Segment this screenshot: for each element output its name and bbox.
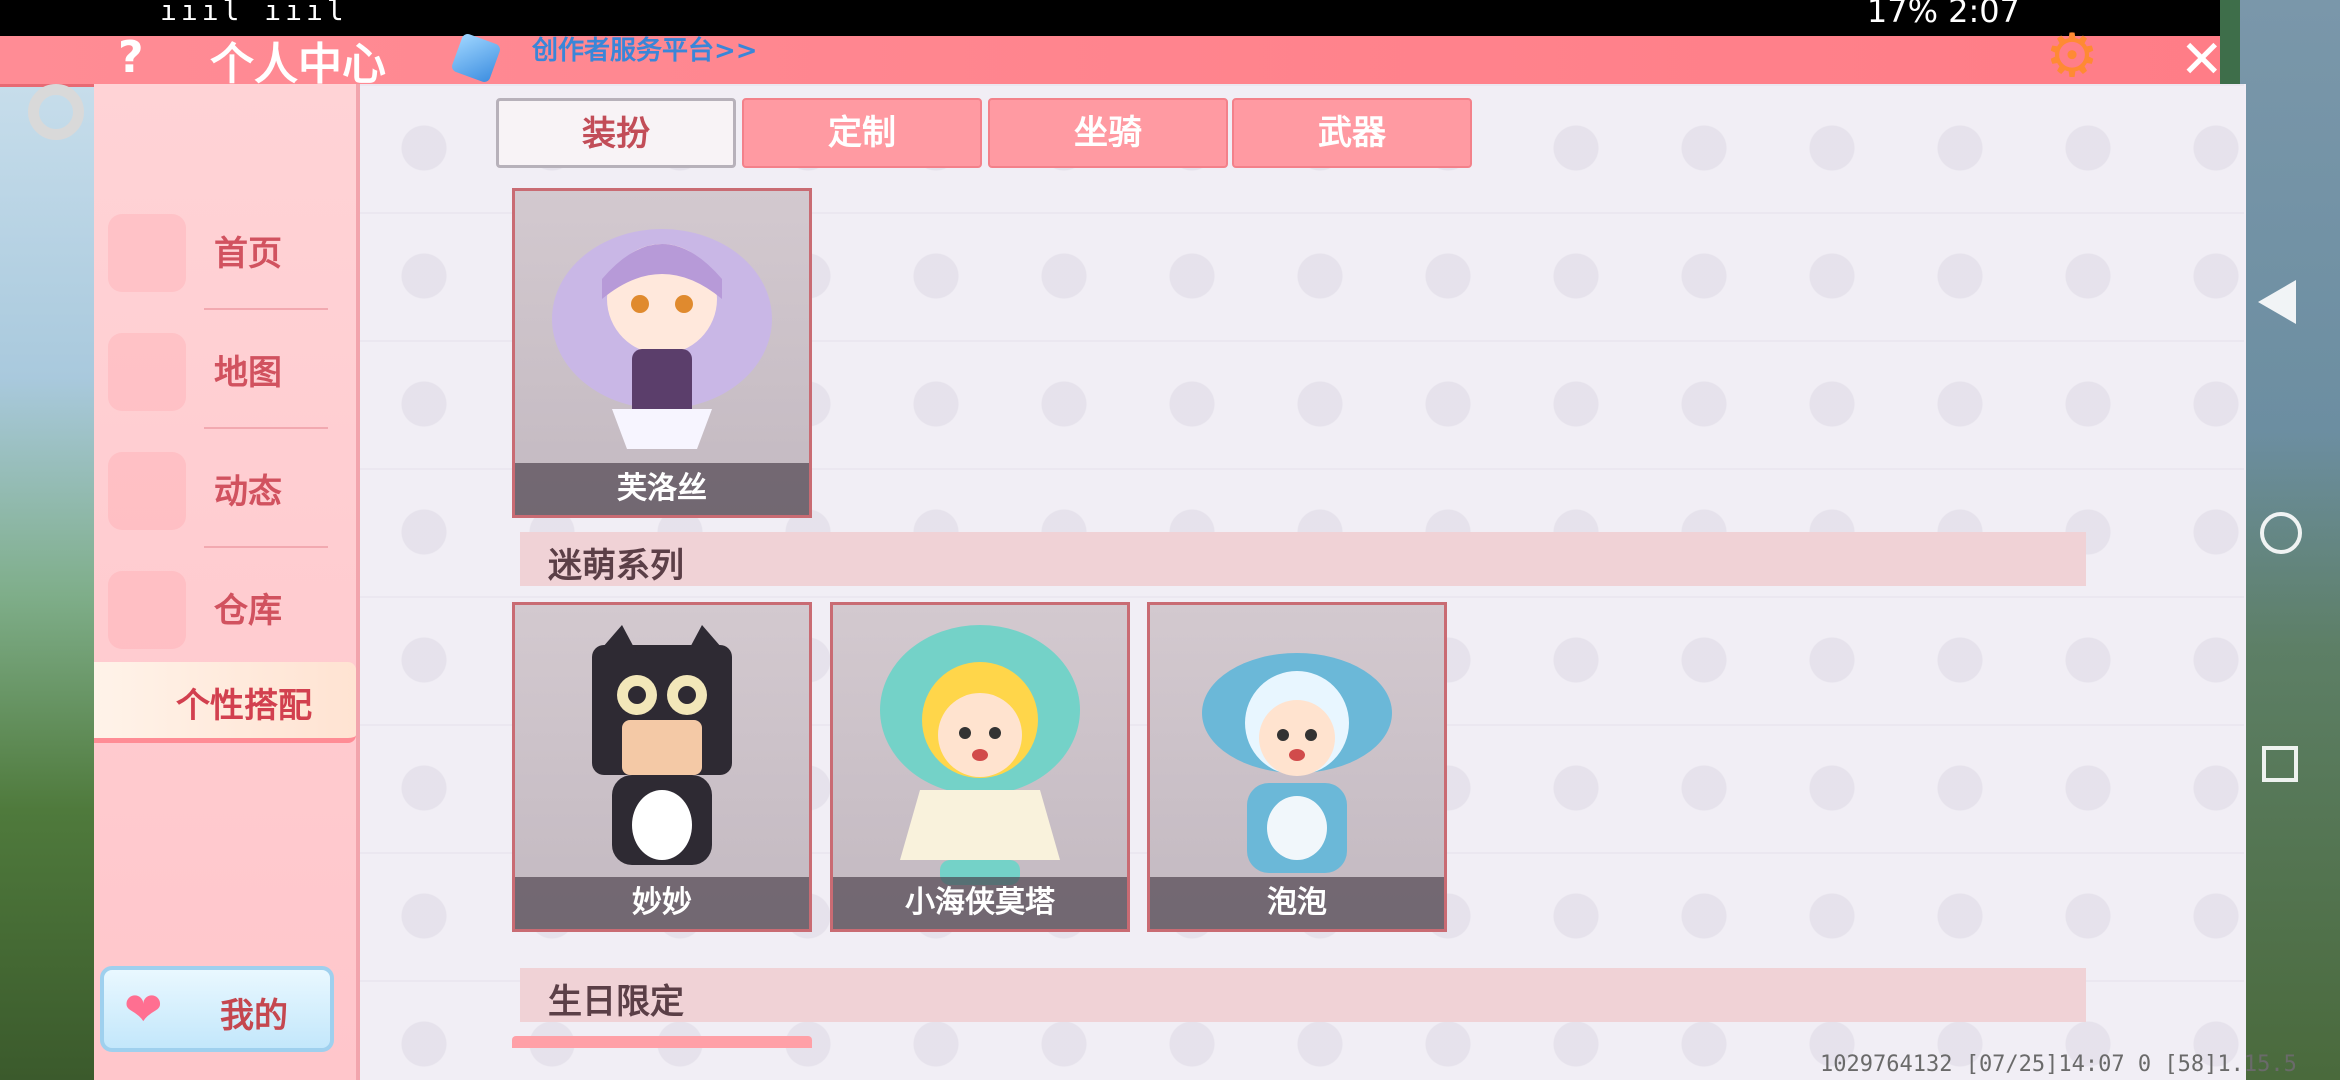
- outfit-card[interactable]: 芙洛丝: [512, 188, 812, 518]
- recent-apps-icon[interactable]: [2262, 746, 2298, 782]
- close-button[interactable]: ✕: [2180, 30, 2224, 90]
- outfit-card[interactable]: 泡泡: [1147, 602, 1447, 932]
- outfit-card-partial[interactable]: [512, 1036, 812, 1048]
- section-title: 生日限定: [548, 982, 684, 1022]
- divider: [204, 546, 328, 548]
- battery-time: 17% 2:07: [1866, 0, 2020, 30]
- outfit-name: 小海侠莫塔: [833, 877, 1127, 929]
- character-figure: [592, 625, 732, 865]
- tab-weapon[interactable]: 武器: [1232, 98, 1472, 168]
- sidebar-item-storage[interactable]: 仓库: [94, 549, 356, 667]
- outfit-card[interactable]: 小海侠莫塔: [830, 602, 1130, 932]
- top-header: ? 个人中心 创作者服务平台>> ⚙ ✕: [0, 26, 2224, 90]
- sidebar-item-feed[interactable]: 动态: [94, 430, 356, 548]
- sidebar-item-label: 个性搭配: [176, 686, 312, 726]
- my-button-label: 我的: [220, 996, 288, 1036]
- floating-ball-button[interactable]: [28, 84, 84, 140]
- section-header: 生日限定: [520, 968, 2086, 1022]
- sidebar-item-map[interactable]: 地图: [94, 311, 356, 429]
- storage-icon: [108, 571, 186, 649]
- creator-platform-link[interactable]: 创作者服务平台>>: [532, 30, 758, 67]
- back-icon[interactable]: [2258, 280, 2296, 324]
- bell-icon: [108, 452, 186, 530]
- character-figure: [1202, 653, 1392, 873]
- sidebar-item-label: 首页: [214, 234, 282, 274]
- game-background-left: [0, 0, 100, 1080]
- map-icon: [108, 333, 186, 411]
- sidebar-item-outfit[interactable]: 个性搭配: [94, 662, 356, 743]
- page-title: 个人中心: [210, 39, 386, 90]
- cube-icon: [450, 32, 502, 84]
- section-header: 迷萌系列: [520, 532, 2086, 586]
- outfit-name: 芙洛丝: [515, 463, 809, 515]
- tab-outfit[interactable]: 装扮: [496, 98, 736, 168]
- character-figure: [880, 625, 1080, 885]
- outfit-name: 泡泡: [1150, 877, 1444, 929]
- help-button[interactable]: ?: [118, 32, 144, 83]
- my-button[interactable]: ❤ 我的: [100, 966, 334, 1052]
- device-info: 1029764132 [07/25]14:07 0 [58]1.15.5: [1820, 1052, 2297, 1077]
- heart-icon: ❤: [124, 982, 163, 1036]
- section-title: 迷萌系列: [548, 546, 684, 586]
- divider: [204, 427, 328, 429]
- home-icon[interactable]: [2260, 512, 2302, 554]
- sidebar: 首页 地图 动态 仓库 个性搭配: [94, 84, 360, 1080]
- outfit-card[interactable]: 妙妙: [512, 602, 812, 932]
- outfit-name: 妙妙: [515, 877, 809, 929]
- house-icon: [108, 214, 186, 292]
- signal-icons: ıııl ıııl: [160, 0, 348, 27]
- sidebar-item-home[interactable]: 首页: [94, 192, 356, 310]
- tab-mount[interactable]: 坐骑: [988, 98, 1228, 168]
- character-figure: [552, 229, 772, 449]
- sidebar-item-label: 动态: [214, 472, 282, 512]
- gear-icon[interactable]: ⚙: [2040, 26, 2104, 90]
- sidebar-item-label: 地图: [214, 353, 282, 393]
- sidebar-item-label: 仓库: [214, 591, 282, 631]
- divider: [204, 308, 328, 310]
- tab-custom[interactable]: 定制: [742, 98, 982, 168]
